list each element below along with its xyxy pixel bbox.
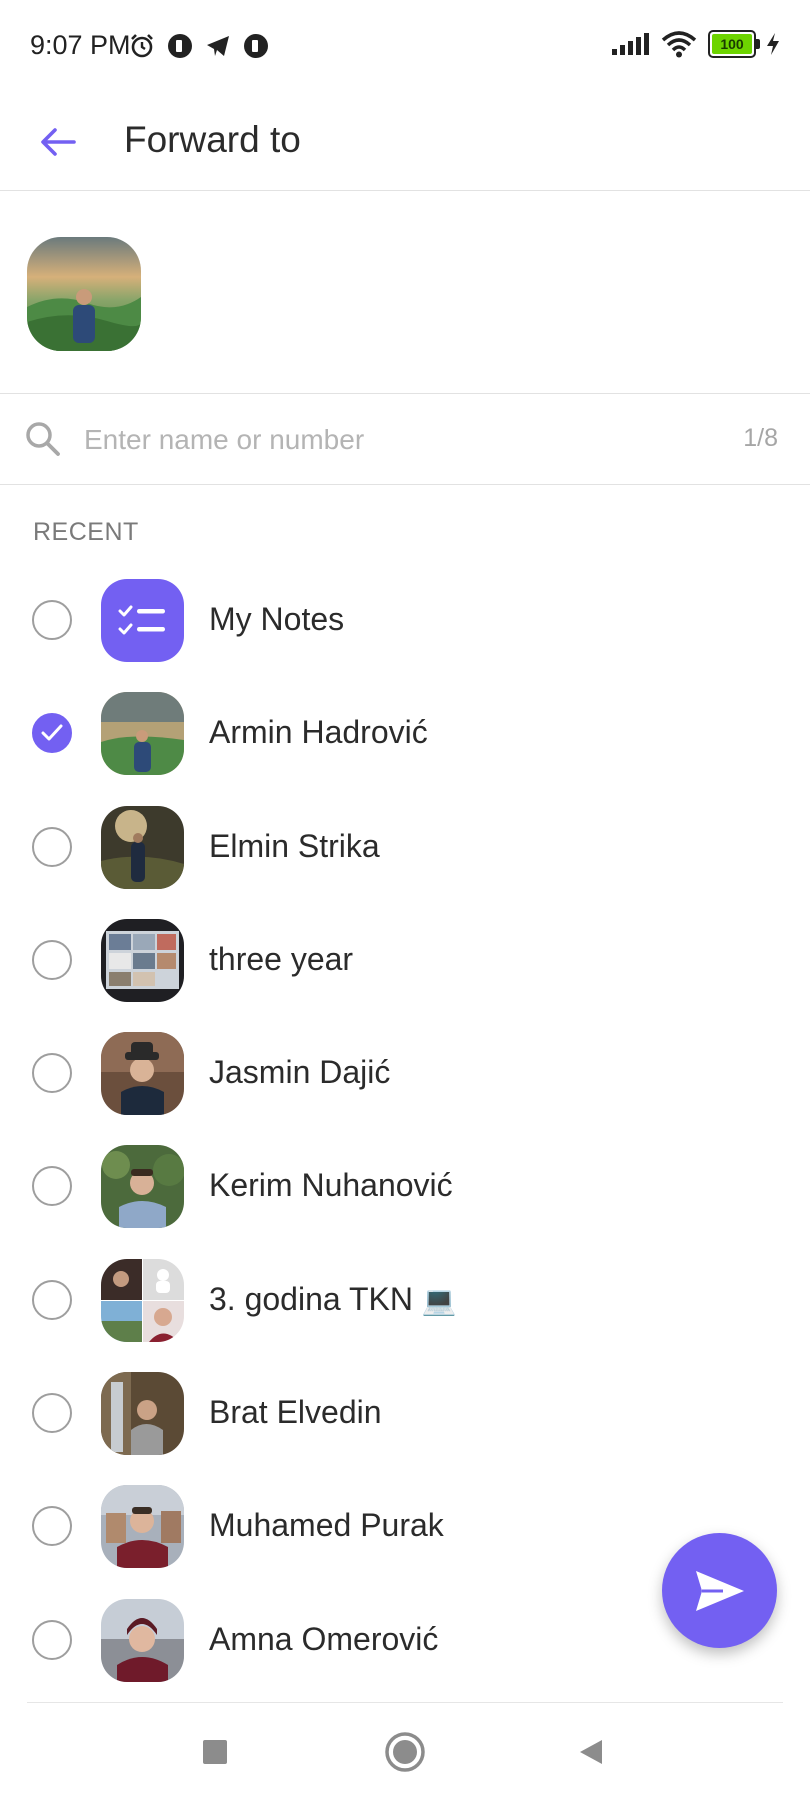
status-bar: 9:07 PM 100 <box>0 0 810 96</box>
select-radio[interactable] <box>32 939 72 980</box>
battery-level: 100 <box>720 36 744 52</box>
recents-button[interactable] <box>190 1727 240 1777</box>
app-bar: Forward to <box>0 96 810 191</box>
list-item[interactable]: Brat Elvedin <box>0 1357 810 1470</box>
list-item[interactable]: 3. godina TKN 💻 <box>0 1244 810 1357</box>
selection-count: 1/8 <box>743 424 778 452</box>
list-item[interactable]: Kerim Nuhanović <box>0 1130 810 1243</box>
avatar <box>101 1372 184 1456</box>
avatar <box>101 1598 184 1682</box>
contact-name: My Notes <box>209 601 345 637</box>
wifi-icon <box>661 31 697 58</box>
status-time: 9:07 PM <box>30 30 131 60</box>
checkmark-icon <box>41 724 63 741</box>
list-item[interactable]: My Notes <box>0 564 810 677</box>
select-radio[interactable] <box>32 1393 72 1434</box>
contact-list: My Notes Armin Hadrović Elmin Strika thr… <box>0 564 810 1697</box>
app-notification-icon <box>244 34 268 58</box>
status-icons-right: 100 <box>610 30 780 58</box>
contact-name: 3. godina TKN 💻 <box>209 1280 457 1317</box>
recents-square-icon <box>203 1740 227 1764</box>
nav-back-button[interactable] <box>566 1727 616 1777</box>
select-radio[interactable] <box>32 1166 72 1207</box>
select-radio[interactable] <box>32 1279 72 1320</box>
avatar <box>101 805 184 889</box>
contact-name: three year <box>209 940 354 977</box>
select-radio[interactable] <box>32 600 72 640</box>
avatar <box>101 1032 184 1116</box>
back-triangle-icon <box>580 1740 602 1764</box>
alarm-icon <box>131 34 153 58</box>
list-item[interactable]: Elmin Strika <box>0 791 810 904</box>
home-button[interactable] <box>380 1727 430 1777</box>
search-input[interactable] <box>82 414 646 466</box>
charging-icon <box>767 33 779 55</box>
status-icons-left <box>128 32 270 60</box>
contact-name: Amna Omerović <box>209 1620 439 1657</box>
home-circle-icon <box>385 1732 425 1772</box>
avatar <box>101 918 184 1002</box>
avatar <box>101 692 184 776</box>
system-nav-bar <box>0 1703 810 1800</box>
list-item[interactable]: Jasmin Dajić <box>0 1017 810 1130</box>
select-radio[interactable] <box>32 1506 72 1547</box>
select-radio[interactable] <box>32 826 72 867</box>
contact-name: Brat Elvedin <box>209 1394 382 1431</box>
send-icon <box>695 1570 744 1611</box>
search-icon <box>26 422 60 456</box>
notes-icon <box>118 605 165 635</box>
select-radio[interactable] <box>32 1053 72 1094</box>
send-button[interactable] <box>662 1533 777 1648</box>
battery-icon: 100 <box>708 30 760 58</box>
contact-name: Jasmin Dajić <box>209 1054 391 1091</box>
signal-icon <box>612 33 649 55</box>
selected-contacts-strip <box>0 191 810 394</box>
select-radio[interactable] <box>32 1619 72 1660</box>
selected-contact-avatar[interactable] <box>27 237 141 351</box>
back-button[interactable] <box>30 114 86 170</box>
arrow-left-icon <box>41 128 76 156</box>
avatar <box>101 1485 184 1569</box>
notes-avatar <box>101 579 184 662</box>
section-header-recent: RECENT <box>33 518 139 546</box>
avatar <box>101 1258 184 1342</box>
list-item[interactable]: Armin Hadrović <box>0 677 810 790</box>
select-radio-checked[interactable] <box>32 713 72 754</box>
contact-name: Elmin Strika <box>209 827 380 864</box>
contact-name: Armin Hadrović <box>209 714 428 751</box>
telegram-icon <box>207 36 229 56</box>
laptop-emoji: 💻 <box>421 1283 457 1317</box>
list-item[interactable]: three year <box>0 904 810 1017</box>
contact-name: Muhamed Purak <box>209 1507 444 1544</box>
search-bar: 1/8 <box>0 394 810 485</box>
contact-name: Kerim Nuhanović <box>209 1167 453 1204</box>
app-notification-icon <box>168 34 192 58</box>
avatar <box>101 1145 184 1229</box>
page-title: Forward to <box>124 119 301 160</box>
